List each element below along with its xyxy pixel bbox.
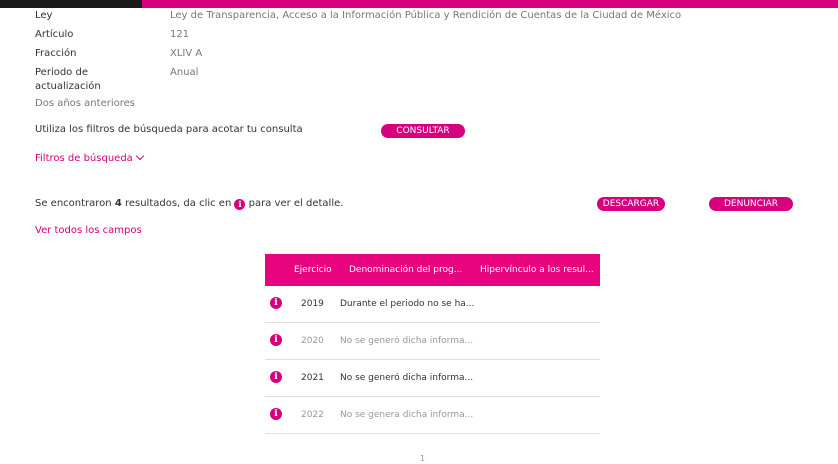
table-row: i 2020 No se generó dicha informa...	[265, 323, 600, 360]
top-accent-bar	[0, 0, 838, 8]
row-ejercicio: 2020	[301, 336, 324, 346]
info-icon: i	[270, 334, 282, 346]
ley-label: Ley	[35, 10, 53, 21]
info-icon: i	[270, 371, 282, 383]
periodo-label-line-2: actualización	[35, 81, 101, 92]
ley-value: Ley de Transparencia, Acceso a la Inform…	[170, 10, 682, 21]
articulo-value: 121	[170, 29, 190, 40]
row-denominacion: No se generó dicha informa...	[340, 373, 474, 383]
row-ejercicio: 2021	[301, 373, 324, 383]
info-icon: i	[234, 199, 246, 210]
descargar-button[interactable]: DESCARGAR	[597, 197, 665, 211]
info-icon: i	[270, 297, 282, 309]
vigencia-text: Dos años anteriores	[35, 98, 135, 109]
row-ejercicio: 2022	[301, 410, 324, 420]
results-summary: Se encontraron 4 resultados, da clic en …	[35, 198, 343, 210]
column-header-ejercicio[interactable]: Ejercicio	[294, 254, 332, 286]
table-header: Ejercicio Denominación del prog... Hiper…	[265, 254, 600, 286]
table-row: i 2022 No se genera dicha informa...	[265, 397, 600, 434]
results-prefix: Se encontraron	[35, 198, 115, 209]
row-detail-button[interactable]: i	[270, 334, 282, 346]
row-ejercicio: 2019	[301, 299, 324, 309]
row-detail-button[interactable]: i	[270, 297, 282, 309]
row-denominacion: Durante el periodo no se ha...	[340, 299, 475, 309]
denunciar-button[interactable]: DENUNCIAR	[709, 197, 793, 211]
pagination-page[interactable]: 1	[420, 454, 425, 463]
results-suffix: para ver el detalle.	[245, 198, 344, 209]
articulo-label: Artículo	[35, 29, 74, 40]
fraccion-label: Fracción	[35, 48, 77, 59]
chevron-down-icon	[135, 151, 145, 161]
table-row: i 2021 No se generó dicha informa...	[265, 360, 600, 397]
filtros-toggle-label: Filtros de búsqueda	[35, 153, 133, 164]
ver-todos-campos-link[interactable]: Ver todos los campos	[35, 225, 142, 236]
column-header-hipervinculo[interactable]: Hipervínculo a los resul...	[480, 254, 594, 286]
fraccion-value: XLIV A	[170, 48, 203, 59]
filter-instruction: Utiliza los filtros de búsqueda para aco…	[35, 124, 303, 135]
results-middle: resultados, da clic en	[121, 198, 235, 209]
periodo-value: Anual	[170, 67, 199, 78]
top-accent-bar-dark-segment	[0, 0, 142, 8]
periodo-label-line-1: Periodo de	[35, 67, 88, 78]
row-detail-button[interactable]: i	[270, 408, 282, 420]
row-denominacion: No se generó dicha informa...	[340, 336, 474, 346]
row-detail-button[interactable]: i	[270, 371, 282, 383]
results-count: 4	[114, 198, 122, 209]
column-header-denominacion[interactable]: Denominación del prog...	[349, 254, 462, 286]
filtros-toggle[interactable]: Filtros de búsqueda	[35, 151, 145, 164]
row-denominacion: No se genera dicha informa...	[340, 410, 474, 420]
info-icon: i	[270, 408, 282, 420]
consultar-button[interactable]: CONSULTAR	[381, 124, 465, 138]
table-row: i 2019 Durante el periodo no se ha...	[265, 286, 600, 323]
